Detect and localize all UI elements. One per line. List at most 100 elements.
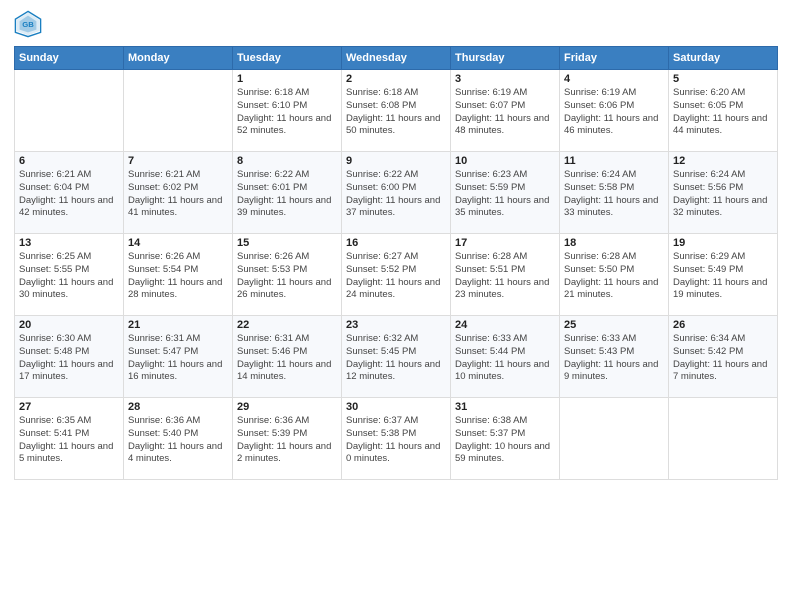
- day-info: Sunrise: 6:28 AM Sunset: 5:50 PM Dayligh…: [564, 251, 664, 302]
- header: GB: [14, 10, 778, 38]
- day-info: Sunrise: 6:20 AM Sunset: 6:05 PM Dayligh…: [673, 87, 773, 138]
- day-info: Sunrise: 6:18 AM Sunset: 6:08 PM Dayligh…: [346, 87, 446, 138]
- day-info: Sunrise: 6:24 AM Sunset: 5:58 PM Dayligh…: [564, 169, 664, 220]
- day-info: Sunrise: 6:25 AM Sunset: 5:55 PM Dayligh…: [19, 251, 119, 302]
- day-cell: 15 Sunrise: 6:26 AM Sunset: 5:53 PM Dayli…: [233, 234, 342, 316]
- weekday-sunday: Sunday: [15, 47, 124, 70]
- day-info: Sunrise: 6:31 AM Sunset: 5:47 PM Dayligh…: [128, 333, 228, 384]
- day-number: 8: [237, 155, 337, 167]
- day-info: Sunrise: 6:26 AM Sunset: 5:53 PM Dayligh…: [237, 251, 337, 302]
- day-cell: 30Sunrise: 6:37 AM Sunset: 5:38 PM Dayli…: [342, 398, 451, 480]
- day-info: Sunrise: 6:30 AM Sunset: 5:48 PM Dayligh…: [19, 333, 119, 384]
- week-row-4: 20 Sunrise: 6:30 AM Sunset: 5:48 PM Dayli…: [15, 316, 778, 398]
- day-cell: 27 Sunrise: 6:35 AM Sunset: 5:41 PM Dayli…: [15, 398, 124, 480]
- day-info: Sunrise: 6:18 AM Sunset: 6:10 PM Dayligh…: [237, 87, 337, 138]
- day-number: 14: [128, 237, 228, 249]
- day-cell: 3Sunrise: 6:19 AM Sunset: 6:07 PM Daylig…: [451, 70, 560, 152]
- day-number: 21: [128, 319, 228, 331]
- day-cell: 24Sunrise: 6:33 AM Sunset: 5:44 PM Dayli…: [451, 316, 560, 398]
- week-row-3: 13Sunrise: 6:25 AM Sunset: 5:55 PM Dayli…: [15, 234, 778, 316]
- day-cell: [669, 398, 778, 480]
- day-cell: 19 Sunrise: 6:29 AM Sunset: 5:49 PM Dayli…: [669, 234, 778, 316]
- day-cell: 31 Sunrise: 6:38 AM Sunset: 5:37 PM Dayli…: [451, 398, 560, 480]
- day-number: 22: [237, 319, 337, 331]
- day-number: 15: [237, 237, 337, 249]
- day-number: 17: [455, 237, 555, 249]
- day-number: 28: [128, 401, 228, 413]
- week-row-5: 27 Sunrise: 6:35 AM Sunset: 5:41 PM Dayli…: [15, 398, 778, 480]
- page: GB SundayMondayTuesdayWednesdayThursdayF…: [0, 0, 792, 612]
- day-cell: [15, 70, 124, 152]
- day-info: Sunrise: 6:33 AM Sunset: 5:43 PM Dayligh…: [564, 333, 664, 384]
- day-cell: 10Sunrise: 6:23 AM Sunset: 5:59 PM Dayli…: [451, 152, 560, 234]
- day-cell: 4 Sunrise: 6:19 AM Sunset: 6:06 PM Daylig…: [560, 70, 669, 152]
- day-info: Sunrise: 6:29 AM Sunset: 5:49 PM Dayligh…: [673, 251, 773, 302]
- day-cell: 23 Sunrise: 6:32 AM Sunset: 5:45 PM Dayli…: [342, 316, 451, 398]
- day-info: Sunrise: 6:31 AM Sunset: 5:46 PM Dayligh…: [237, 333, 337, 384]
- day-info: Sunrise: 6:24 AM Sunset: 5:56 PM Dayligh…: [673, 169, 773, 220]
- day-cell: 2 Sunrise: 6:18 AM Sunset: 6:08 PM Daylig…: [342, 70, 451, 152]
- day-cell: 14 Sunrise: 6:26 AM Sunset: 5:54 PM Dayli…: [124, 234, 233, 316]
- day-cell: 17 Sunrise: 6:28 AM Sunset: 5:51 PM Dayli…: [451, 234, 560, 316]
- day-number: 2: [346, 73, 446, 85]
- day-cell: 6 Sunrise: 6:21 AM Sunset: 6:04 PM Daylig…: [15, 152, 124, 234]
- day-cell: 18 Sunrise: 6:28 AM Sunset: 5:50 PM Dayli…: [560, 234, 669, 316]
- day-number: 23: [346, 319, 446, 331]
- day-info: Sunrise: 6:22 AM Sunset: 6:00 PM Dayligh…: [346, 169, 446, 220]
- day-number: 31: [455, 401, 555, 413]
- day-info: Sunrise: 6:21 AM Sunset: 6:04 PM Dayligh…: [19, 169, 119, 220]
- day-number: 5: [673, 73, 773, 85]
- day-info: Sunrise: 6:26 AM Sunset: 5:54 PM Dayligh…: [128, 251, 228, 302]
- day-number: 7: [128, 155, 228, 167]
- day-cell: 5 Sunrise: 6:20 AM Sunset: 6:05 PM Daylig…: [669, 70, 778, 152]
- day-info: Sunrise: 6:27 AM Sunset: 5:52 PM Dayligh…: [346, 251, 446, 302]
- day-number: 18: [564, 237, 664, 249]
- day-number: 27: [19, 401, 119, 413]
- day-cell: 8 Sunrise: 6:22 AM Sunset: 6:01 PM Daylig…: [233, 152, 342, 234]
- day-cell: [560, 398, 669, 480]
- day-number: 19: [673, 237, 773, 249]
- day-info: Sunrise: 6:22 AM Sunset: 6:01 PM Dayligh…: [237, 169, 337, 220]
- day-cell: 12 Sunrise: 6:24 AM Sunset: 5:56 PM Dayli…: [669, 152, 778, 234]
- day-info: Sunrise: 6:34 AM Sunset: 5:42 PM Dayligh…: [673, 333, 773, 384]
- day-info: Sunrise: 6:38 AM Sunset: 5:37 PM Dayligh…: [455, 415, 555, 466]
- day-info: Sunrise: 6:35 AM Sunset: 5:41 PM Dayligh…: [19, 415, 119, 466]
- day-info: Sunrise: 6:19 AM Sunset: 6:06 PM Dayligh…: [564, 87, 664, 138]
- day-info: Sunrise: 6:36 AM Sunset: 5:39 PM Dayligh…: [237, 415, 337, 466]
- day-number: 24: [455, 319, 555, 331]
- logo-icon: GB: [14, 10, 42, 38]
- day-number: 6: [19, 155, 119, 167]
- day-info: Sunrise: 6:32 AM Sunset: 5:45 PM Dayligh…: [346, 333, 446, 384]
- day-cell: 28 Sunrise: 6:36 AM Sunset: 5:40 PM Dayli…: [124, 398, 233, 480]
- day-number: 4: [564, 73, 664, 85]
- day-cell: 26 Sunrise: 6:34 AM Sunset: 5:42 PM Dayli…: [669, 316, 778, 398]
- day-cell: 29Sunrise: 6:36 AM Sunset: 5:39 PM Dayli…: [233, 398, 342, 480]
- logo: GB: [14, 10, 46, 38]
- day-info: Sunrise: 6:19 AM Sunset: 6:07 PM Dayligh…: [455, 87, 555, 138]
- day-cell: 25 Sunrise: 6:33 AM Sunset: 5:43 PM Dayli…: [560, 316, 669, 398]
- day-cell: 20 Sunrise: 6:30 AM Sunset: 5:48 PM Dayli…: [15, 316, 124, 398]
- calendar-body: 1 Sunrise: 6:18 AM Sunset: 6:10 PM Daylig…: [15, 70, 778, 480]
- day-number: 12: [673, 155, 773, 167]
- day-info: Sunrise: 6:21 AM Sunset: 6:02 PM Dayligh…: [128, 169, 228, 220]
- weekday-friday: Friday: [560, 47, 669, 70]
- day-number: 20: [19, 319, 119, 331]
- weekday-monday: Monday: [124, 47, 233, 70]
- day-cell: 16 Sunrise: 6:27 AM Sunset: 5:52 PM Dayli…: [342, 234, 451, 316]
- day-info: Sunrise: 6:23 AM Sunset: 5:59 PM Dayligh…: [455, 169, 555, 220]
- weekday-tuesday: Tuesday: [233, 47, 342, 70]
- day-number: 25: [564, 319, 664, 331]
- day-cell: 1 Sunrise: 6:18 AM Sunset: 6:10 PM Daylig…: [233, 70, 342, 152]
- day-number: 26: [673, 319, 773, 331]
- day-number: 16: [346, 237, 446, 249]
- day-cell: [124, 70, 233, 152]
- day-info: Sunrise: 6:28 AM Sunset: 5:51 PM Dayligh…: [455, 251, 555, 302]
- day-cell: 9Sunrise: 6:22 AM Sunset: 6:00 PM Daylig…: [342, 152, 451, 234]
- day-number: 1: [237, 73, 337, 85]
- day-info: Sunrise: 6:36 AM Sunset: 5:40 PM Dayligh…: [128, 415, 228, 466]
- day-cell: 7 Sunrise: 6:21 AM Sunset: 6:02 PM Daylig…: [124, 152, 233, 234]
- week-row-2: 6 Sunrise: 6:21 AM Sunset: 6:04 PM Daylig…: [15, 152, 778, 234]
- week-row-1: 1 Sunrise: 6:18 AM Sunset: 6:10 PM Daylig…: [15, 70, 778, 152]
- weekday-wednesday: Wednesday: [342, 47, 451, 70]
- day-cell: 22 Sunrise: 6:31 AM Sunset: 5:46 PM Dayli…: [233, 316, 342, 398]
